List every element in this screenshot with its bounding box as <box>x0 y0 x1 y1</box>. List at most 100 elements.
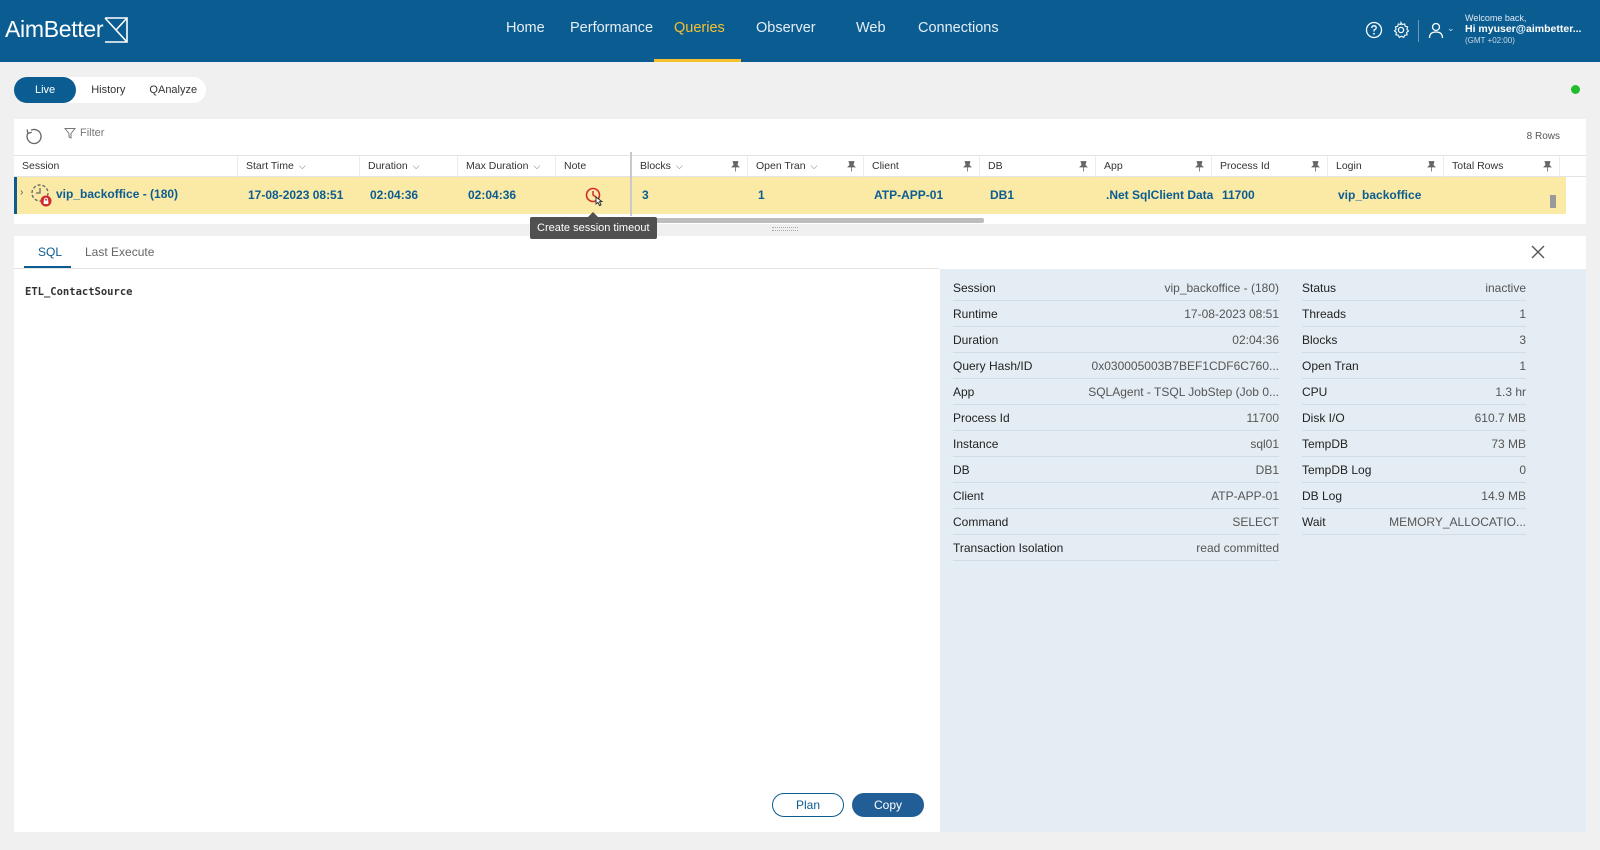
info-label: Disk I/O <box>1302 411 1345 425</box>
cell-process-id: 11700 <box>1222 188 1255 202</box>
col-app[interactable]: App <box>1096 156 1212 178</box>
tab-sql[interactable]: SQL <box>38 245 62 259</box>
header-divider <box>1418 20 1419 42</box>
pin-icon[interactable] <box>1543 161 1552 172</box>
expand-row-chevron-icon[interactable]: › <box>20 187 23 198</box>
info-label: TempDB <box>1302 437 1349 451</box>
col-login[interactable]: Login <box>1328 156 1444 178</box>
user-info[interactable]: Welcome back, Hi myuser@aimbetter... (GM… <box>1465 13 1581 46</box>
copy-button[interactable]: Copy <box>852 793 924 817</box>
grid-header-row: Session Start Time ⌵ Duration ⌵ Max Durati… <box>14 155 1586 178</box>
settings-gear-icon[interactable] <box>1392 21 1410 39</box>
grid-toolbar: Filter 8 Rows <box>14 119 1586 155</box>
nav-queries[interactable]: Queries <box>674 20 725 36</box>
user-avatar-icon[interactable] <box>1428 21 1446 39</box>
left-collapsed-sidebar[interactable] <box>0 62 14 850</box>
col-client[interactable]: Client <box>864 156 980 178</box>
col-note[interactable]: Note <box>556 156 632 178</box>
sort-chevron-icon: ⌵ <box>675 161 683 171</box>
info-row: Session vip_backoffice - (180) <box>953 275 1279 301</box>
grid-vertical-scrollbar[interactable] <box>1550 195 1556 208</box>
info-row: TempDB Log 0 <box>1302 457 1526 483</box>
col-client-label: Client <box>872 160 899 172</box>
panel-resize-handle[interactable] <box>772 227 798 231</box>
connection-status-dot <box>1571 85 1580 94</box>
pin-icon[interactable] <box>1079 161 1088 172</box>
active-tab-indicator <box>24 266 71 268</box>
info-label: Process Id <box>953 411 1010 425</box>
info-row: CPU 1.3 hr <box>1302 379 1526 405</box>
tab-qanalyze[interactable]: QAnalyze <box>140 77 206 103</box>
active-nav-indicator <box>654 59 741 62</box>
col-start-time-label: Start Time <box>246 160 294 172</box>
help-icon[interactable] <box>1365 21 1383 39</box>
sql-text: ETL_ContactSource <box>25 286 133 298</box>
info-value: inactive <box>1485 281 1526 295</box>
col-start-time[interactable]: Start Time ⌵ <box>238 156 360 178</box>
cell-app: .Net SqlClient Data P <box>1106 188 1215 202</box>
info-row: DB Log 14.9 MB <box>1302 483 1526 509</box>
col-max-duration-label: Max Duration <box>466 160 529 172</box>
nav-web[interactable]: Web <box>856 20 886 36</box>
refresh-icon[interactable] <box>24 127 44 147</box>
info-label: DB <box>953 463 970 477</box>
nav-home[interactable]: Home <box>506 20 545 36</box>
info-row: App SQLAgent - TSQL JobStep (Job 0... <box>953 379 1279 405</box>
col-session-label: Session <box>22 160 60 172</box>
nav-performance[interactable]: Performance <box>570 20 653 36</box>
info-label: Status <box>1302 281 1337 295</box>
info-label: Duration <box>953 333 999 347</box>
pin-icon[interactable] <box>1195 161 1204 172</box>
col-total-rows[interactable]: Total Rows <box>1444 156 1560 178</box>
info-label: App <box>953 385 975 399</box>
nav-connections[interactable]: Connections <box>918 20 999 36</box>
pin-icon[interactable] <box>847 161 856 172</box>
info-row: Client ATP-APP-01 <box>953 483 1279 509</box>
cell-db: DB1 <box>990 188 1015 202</box>
sessions-grid: Filter 8 Rows Session Start Time ⌵ Durati… <box>14 119 1586 224</box>
col-max-duration[interactable]: Max Duration ⌵ <box>458 156 556 178</box>
col-process-id[interactable]: Process Id <box>1212 156 1328 178</box>
col-open-tran[interactable]: Open Tran ⌵ <box>748 156 864 178</box>
cell-session[interactable]: vip_backoffice - (180) <box>49 177 239 214</box>
plan-button[interactable]: Plan <box>772 793 844 817</box>
cell-total-rows <box>1447 177 1563 214</box>
cell-max-duration: 02:04:36 <box>468 188 517 202</box>
session-info-panel: Session vip_backoffice - (180) Runtime 17-0… <box>940 269 1586 832</box>
info-row: Wait MEMORY_ALLOCATIO... <box>1302 509 1526 535</box>
col-db[interactable]: DB <box>980 156 1096 178</box>
top-navigation-bar: AimBetter Home Performance Queries Obser… <box>0 0 1600 62</box>
info-value: ATP-APP-01 <box>1211 489 1279 503</box>
info-row: DB DB1 <box>953 457 1279 483</box>
user-menu-chevron-icon[interactable]: ⌄ <box>1447 23 1455 34</box>
info-label: DB Log <box>1302 489 1343 503</box>
pin-icon[interactable] <box>963 161 972 172</box>
create-session-timeout-icon[interactable] <box>583 185 605 207</box>
tab-last-execute[interactable]: Last Execute <box>85 245 154 259</box>
info-value: vip_backoffice - (180) <box>1164 281 1279 295</box>
filter-button[interactable]: Filter <box>64 127 104 139</box>
info-value: 14.9 MB <box>1481 489 1526 503</box>
table-row[interactable]: › vip_backoffice - (180) 17-08-2023 08:5… <box>14 177 1566 214</box>
app-logo[interactable]: AimBetter <box>5 16 104 43</box>
info-value: 17-08-2023 08:51 <box>1184 307 1279 321</box>
tab-live[interactable]: Live <box>14 77 77 103</box>
nav-observer[interactable]: Observer <box>756 20 816 36</box>
col-blocks-label: Blocks <box>640 160 671 172</box>
close-icon[interactable] <box>1530 244 1546 260</box>
col-blocks[interactable]: Blocks ⌵ <box>632 156 748 178</box>
pin-icon[interactable] <box>1311 161 1320 172</box>
info-value: 02:04:36 <box>1232 333 1279 347</box>
pin-icon[interactable] <box>1427 161 1436 172</box>
info-value: 3 <box>1519 333 1526 347</box>
pin-icon[interactable] <box>731 161 740 172</box>
info-value: 0x030005003B7BEF1CDF6C760... <box>1091 359 1279 373</box>
grid-horizontal-scrollbar[interactable] <box>654 218 984 223</box>
col-session[interactable]: Session <box>14 156 238 178</box>
info-label: Session <box>953 281 996 295</box>
tab-history[interactable]: History <box>76 77 140 103</box>
col-duration[interactable]: Duration ⌵ <box>360 156 458 178</box>
info-label: Client <box>953 489 984 503</box>
info-label: Wait <box>1302 515 1326 529</box>
info-value: 11700 <box>1246 411 1279 425</box>
